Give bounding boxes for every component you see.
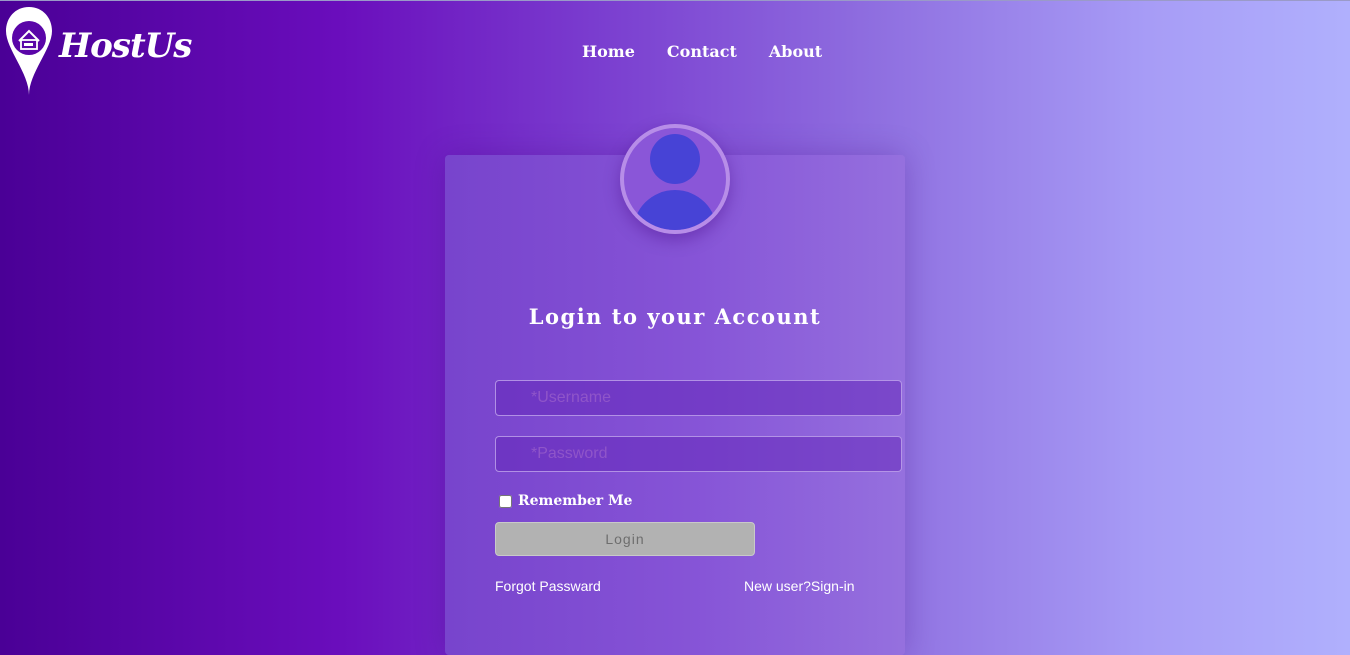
nav-contact-link[interactable]: Contact [667,42,737,62]
brand-name[interactable]: HostUs [59,29,192,63]
avatar-head [650,134,700,184]
login-title: Login to your Account [528,304,822,329]
forgot-password-link[interactable]: Forgot Passward [495,578,601,594]
nav-about-link[interactable]: About [769,42,822,62]
avatar-body [633,190,717,230]
user-avatar-icon [620,124,730,234]
signup-link[interactable]: New user?Sign-in [744,578,855,594]
remember-me[interactable]: Remember Me [499,493,632,509]
nav-home-link[interactable]: Home [582,42,635,62]
remember-me-checkbox[interactable] [499,494,512,508]
username-input[interactable] [495,380,902,416]
login-button[interactable]: Login [495,522,755,556]
remember-me-label: Remember Me [518,493,633,509]
main-nav: Home Contact About [582,42,822,62]
password-input[interactable] [495,436,902,472]
